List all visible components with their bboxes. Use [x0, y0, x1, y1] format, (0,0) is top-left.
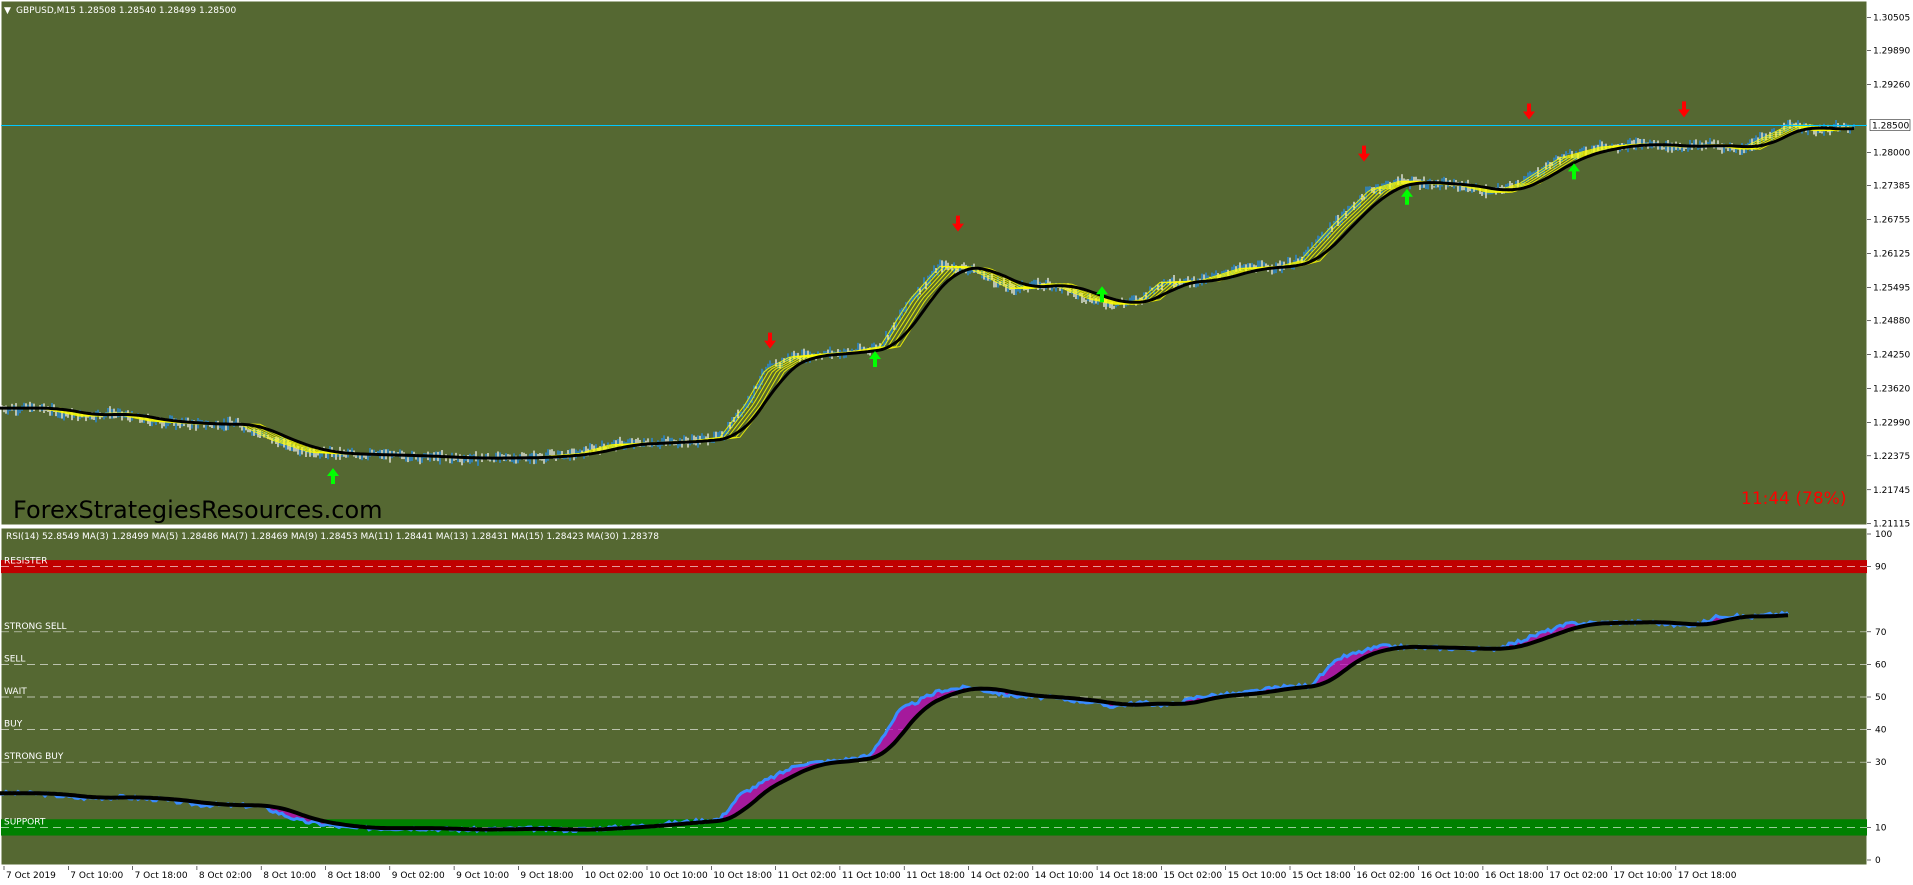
price-tick-label: 1.30505 — [1873, 13, 1910, 23]
zone-label: SUPPORT — [4, 817, 46, 827]
rsi-tick-label: 40 — [1875, 726, 1887, 736]
price-tick-label: 1.27385 — [1873, 182, 1910, 192]
time-tick-label: 15 Oct 18:00 — [1292, 871, 1351, 881]
price-tick-label: 1.29260 — [1873, 81, 1910, 91]
chart-header: GBPUSD,M15 1.28508 1.28540 1.28499 1.285… — [16, 6, 236, 16]
zone-label: RESISTER — [4, 557, 47, 567]
time-tick-label: 17 Oct 10:00 — [1614, 871, 1673, 881]
time-tick-label: 10 Oct 18:00 — [713, 871, 772, 881]
zone-label: WAIT — [4, 687, 27, 697]
current-price-label: 1.28500 — [1872, 122, 1909, 132]
time-tick-label: 8 Oct 10:00 — [263, 871, 316, 881]
zone-label: BUY — [4, 720, 23, 730]
time-tick-label: 16 Oct 02:00 — [1356, 871, 1415, 881]
bar-timer: 11:44 (78%) — [1741, 489, 1846, 509]
rsi-tick-label: 0 — [1875, 856, 1881, 866]
price-tick-label: 1.26125 — [1873, 250, 1910, 260]
time-tick-label: 15 Oct 02:00 — [1163, 871, 1222, 881]
watermark: ForexStrategiesResources.com — [13, 496, 383, 524]
rsi-header: RSI(14) 52.8549 MA(3) 1.28499 MA(5) 1.28… — [6, 532, 659, 542]
rsi-tick-label: 60 — [1875, 660, 1887, 670]
time-tick-label: 8 Oct 18:00 — [328, 871, 381, 881]
time-tick-label: 8 Oct 02:00 — [199, 871, 252, 881]
rsi-tick-label: 50 — [1875, 693, 1887, 703]
time-tick-label: 14 Oct 02:00 — [971, 871, 1030, 881]
chart-window: ▼ GBPUSD,M15 1.28508 1.28540 1.28499 1.2… — [0, 0, 1913, 885]
time-tick-label: 14 Oct 10:00 — [1035, 871, 1094, 881]
price-tick-label: 1.24250 — [1873, 351, 1910, 361]
price-tick-label: 1.22990 — [1873, 419, 1910, 429]
time-tick-label: 7 Oct 10:00 — [70, 871, 123, 881]
chart-menu-icon[interactable]: ▼ — [4, 6, 11, 16]
zone-label: STRONG SELL — [4, 622, 67, 632]
trading-terminal: ▼ GBPUSD,M15 1.28508 1.28540 1.28499 1.2… — [0, 0, 1913, 885]
rsi-tick-label: 10 — [1875, 823, 1887, 833]
time-tick-label: 7 Oct 18:00 — [135, 871, 188, 881]
main-chart-area[interactable] — [0, 0, 1868, 526]
time-tick-label: 11 Oct 18:00 — [906, 871, 965, 881]
price-tick-label: 1.22375 — [1873, 452, 1910, 462]
price-tick-label: 1.24880 — [1873, 317, 1910, 327]
rsi-tick-label: 70 — [1875, 628, 1887, 638]
time-tick-label: 11 Oct 10:00 — [842, 871, 901, 881]
price-tick-label: 1.21115 — [1873, 520, 1910, 530]
time-tick-label: 16 Oct 10:00 — [1421, 871, 1480, 881]
price-tick-label: 1.26755 — [1873, 216, 1910, 226]
zone-label: SELL — [4, 654, 25, 664]
time-tick-label: 9 Oct 10:00 — [456, 871, 509, 881]
rsi-tick-label: 100 — [1875, 530, 1892, 540]
time-tick-label: 7 Oct 2019 — [6, 871, 56, 881]
price-tick-label: 1.28000 — [1873, 149, 1910, 159]
price-tick-label: 1.29890 — [1873, 47, 1910, 57]
price-tick-label: 1.25495 — [1873, 284, 1910, 294]
time-tick-label: 11 Oct 02:00 — [778, 871, 837, 881]
rsi-tick-label: 90 — [1875, 563, 1887, 573]
time-tick-label: 10 Oct 02:00 — [585, 871, 644, 881]
time-tick-label: 16 Oct 18:00 — [1485, 871, 1544, 881]
time-tick-label: 17 Oct 18:00 — [1678, 871, 1737, 881]
time-tick-label: 9 Oct 18:00 — [520, 871, 573, 881]
time-tick-label: 14 Oct 18:00 — [1099, 871, 1158, 881]
time-tick-label: 10 Oct 10:00 — [649, 871, 708, 881]
price-tick-label: 1.23620 — [1873, 385, 1910, 395]
time-tick-label: 9 Oct 02:00 — [392, 871, 445, 881]
zone-label: STRONG BUY — [4, 752, 64, 762]
time-tick-label: 17 Oct 02:00 — [1549, 871, 1608, 881]
time-tick-label: 15 Oct 10:00 — [1228, 871, 1287, 881]
rsi-tick-label: 30 — [1875, 758, 1887, 768]
price-tick-label: 1.21745 — [1873, 486, 1910, 496]
